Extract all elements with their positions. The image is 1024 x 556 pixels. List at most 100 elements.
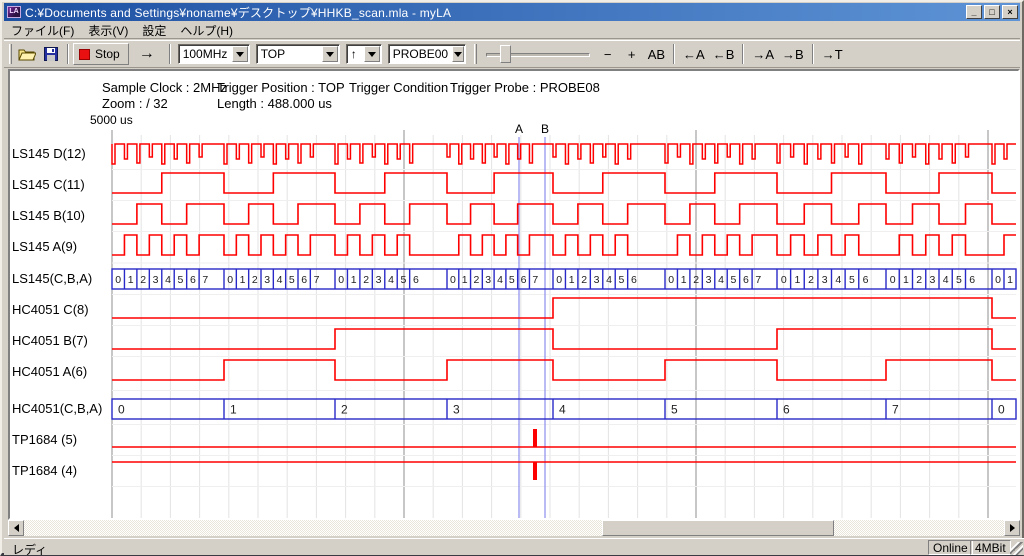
trigger-position-combo[interactable]: TOP: [256, 44, 340, 64]
goto-a-right-button[interactable]: →A: [748, 43, 778, 65]
zoom-out-button[interactable]: −: [596, 43, 620, 65]
svg-text:1: 1: [128, 274, 134, 286]
svg-text:2: 2: [140, 274, 146, 286]
stop-label: Stop: [95, 47, 120, 61]
svg-text:1: 1: [795, 274, 801, 286]
svg-text:6: 6: [521, 274, 527, 286]
goto-a-left-button[interactable]: ←A: [679, 43, 709, 65]
scrollbar-thumb[interactable]: [602, 520, 834, 536]
svg-text:4: 4: [718, 274, 724, 286]
svg-text:5: 5: [509, 274, 515, 286]
single-run-button[interactable]: →: [135, 43, 159, 65]
save-button[interactable]: [39, 43, 63, 65]
svg-text:0: 0: [450, 274, 456, 286]
toolbar-separator: [812, 44, 814, 64]
menu-settings[interactable]: 設定: [135, 21, 173, 40]
svg-text:1: 1: [903, 274, 909, 286]
open-button[interactable]: [15, 43, 39, 65]
goto-b-left-button[interactable]: ←B: [709, 43, 739, 65]
svg-text:5: 5: [956, 274, 962, 286]
svg-text:3: 3: [264, 274, 270, 286]
waveform-plot[interactable]: AB01234567012345670123456012345670123456…: [10, 71, 1018, 518]
svg-text:7: 7: [755, 274, 761, 286]
close-button[interactable]: ×: [1002, 5, 1018, 19]
ab-button[interactable]: AB: [644, 43, 669, 65]
zoom-in-button[interactable]: +: [620, 43, 644, 65]
svg-text:2: 2: [474, 274, 480, 286]
menu-help[interactable]: ヘルプ(H): [173, 21, 240, 40]
svg-text:2: 2: [916, 274, 922, 286]
goto-b-right-button[interactable]: →B: [778, 43, 808, 65]
sample-clock-value: 100MHz: [179, 47, 232, 61]
svg-text:1: 1: [1007, 274, 1013, 286]
toolbar-separator: [67, 44, 69, 64]
svg-text:1: 1: [569, 274, 575, 286]
svg-text:7: 7: [202, 274, 208, 286]
svg-text:6: 6: [783, 403, 790, 417]
svg-text:0: 0: [668, 274, 674, 286]
minimize-button[interactable]: _: [966, 5, 982, 19]
svg-text:0: 0: [115, 274, 121, 286]
scroll-left-arrow-icon[interactable]: [8, 520, 24, 536]
trigger-probe-value: PROBE00: [389, 47, 452, 61]
svg-text:1: 1: [351, 274, 357, 286]
toolbar: Stop → 100MHz TOP ↑ PROBE00 − + AB ←A ←B: [4, 40, 1020, 68]
trigger-probe-combo[interactable]: PROBE00: [388, 44, 466, 64]
svg-text:3: 3: [594, 274, 600, 286]
dropdown-arrow-icon[interactable]: [322, 46, 338, 62]
svg-text:2: 2: [341, 403, 348, 417]
dropdown-arrow-icon[interactable]: [452, 46, 464, 62]
waveform-client-area: Sample Clock : 2MHz Trigger Position : T…: [8, 69, 1020, 520]
goto-trigger-button[interactable]: →T: [818, 43, 847, 65]
svg-text:B: B: [541, 122, 549, 136]
toolbar-separator: [169, 44, 171, 64]
svg-text:4: 4: [606, 274, 612, 286]
svg-text:1: 1: [230, 403, 237, 417]
trigger-edge-value: ↑: [347, 47, 364, 61]
svg-text:0: 0: [995, 274, 1001, 286]
scroll-right-arrow-icon[interactable]: [1004, 520, 1020, 536]
zoom-slider-thumb[interactable]: [500, 45, 511, 63]
svg-text:3: 3: [153, 274, 159, 286]
menu-file[interactable]: ファイル(F): [4, 21, 81, 40]
svg-text:5: 5: [401, 274, 407, 286]
svg-text:0: 0: [890, 274, 896, 286]
svg-text:4: 4: [388, 274, 394, 286]
status-bar: レディ Online 4MBit: [4, 538, 1024, 555]
svg-text:2: 2: [581, 274, 587, 286]
sample-clock-combo[interactable]: 100MHz: [178, 44, 250, 64]
svg-text:5: 5: [289, 274, 295, 286]
stop-icon: [79, 49, 90, 60]
stop-button[interactable]: Stop: [73, 43, 129, 65]
svg-text:5: 5: [619, 274, 625, 286]
svg-text:5: 5: [671, 403, 678, 417]
svg-text:1: 1: [240, 274, 246, 286]
app-window: LA C:¥Documents and Settings¥noname¥デスクト…: [0, 0, 1024, 556]
dropdown-arrow-icon[interactable]: [232, 46, 248, 62]
svg-text:0: 0: [118, 403, 125, 417]
trigger-edge-combo[interactable]: ↑: [346, 44, 382, 64]
svg-text:4: 4: [277, 274, 283, 286]
maximize-button[interactable]: □: [984, 5, 1000, 19]
app-icon: LA: [7, 6, 21, 18]
online-status-badge: Online: [928, 540, 973, 555]
svg-text:6: 6: [863, 274, 869, 286]
menu-view[interactable]: 表示(V): [81, 21, 135, 40]
svg-text:4: 4: [835, 274, 841, 286]
svg-text:7: 7: [314, 274, 320, 286]
floppy-icon: [44, 47, 58, 61]
svg-text:0: 0: [227, 274, 233, 286]
open-folder-icon: [18, 47, 36, 61]
svg-text:6: 6: [743, 274, 749, 286]
horizontal-scrollbar[interactable]: [8, 520, 1020, 536]
svg-text:5: 5: [731, 274, 737, 286]
svg-text:6: 6: [969, 274, 975, 286]
zoom-slider[interactable]: [486, 44, 590, 64]
svg-text:7: 7: [532, 274, 538, 286]
title-bar[interactable]: LA C:¥Documents and Settings¥noname¥デスクト…: [4, 3, 1020, 21]
resize-grip[interactable]: [1010, 542, 1023, 555]
dropdown-arrow-icon[interactable]: [364, 46, 380, 62]
svg-text:0: 0: [781, 274, 787, 286]
svg-text:2: 2: [363, 274, 369, 286]
svg-text:5: 5: [849, 274, 855, 286]
